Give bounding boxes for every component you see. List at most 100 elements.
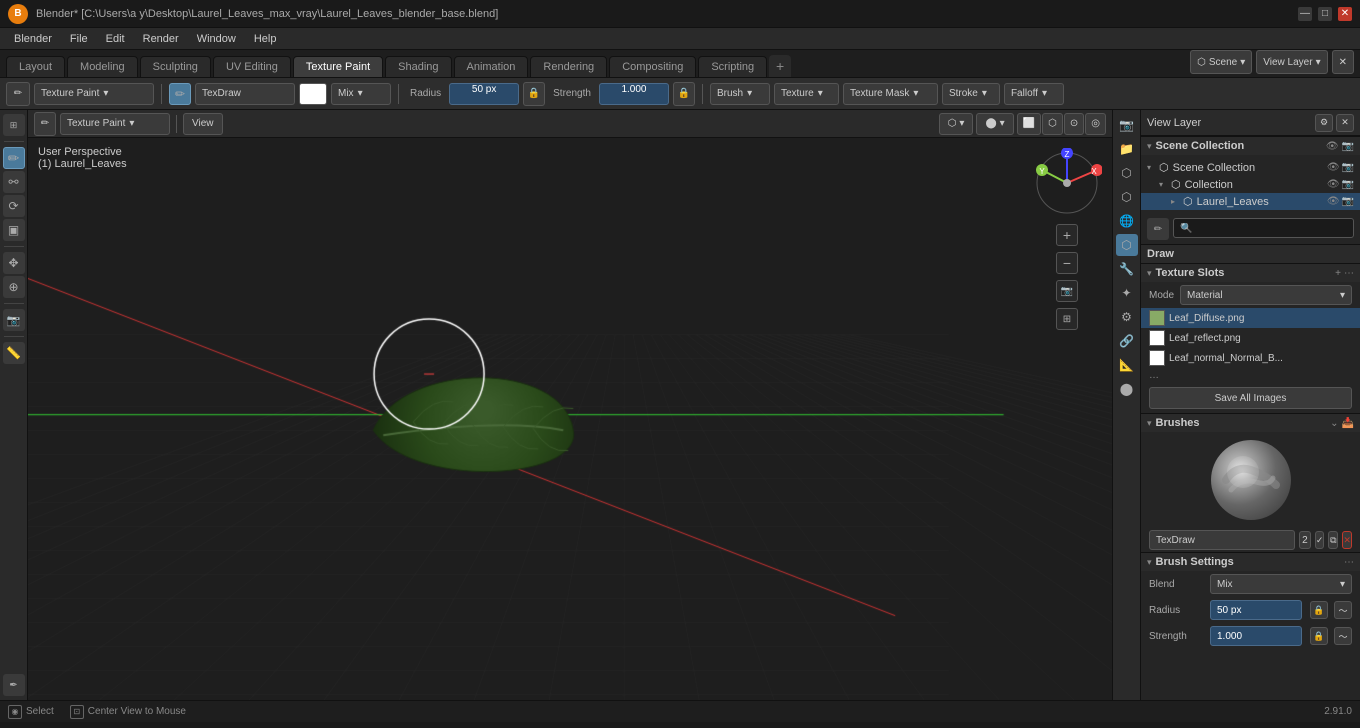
prop-icon-render[interactable]: 📷: [1116, 114, 1138, 136]
root-render-btn[interactable]: 📷: [1342, 162, 1354, 173]
strength-setting-input[interactable]: 1.000: [1210, 626, 1302, 646]
maximize-button[interactable]: □: [1318, 7, 1332, 21]
viewport-canvas[interactable]: [28, 138, 1112, 700]
radius-lock-btn[interactable]: 🔒: [523, 82, 545, 106]
strength-input[interactable]: 1.000: [599, 83, 669, 105]
brushes-expand[interactable]: ⌄: [1330, 418, 1338, 429]
brush-dropdown[interactable]: Brush ▾: [710, 83, 770, 105]
vp-paint-mode-dropdown[interactable]: Texture Paint ▾: [60, 113, 170, 135]
brush-copy-btn[interactable]: ⧉: [1328, 531, 1338, 549]
prop-icon-particles[interactable]: ✦: [1116, 282, 1138, 304]
strength-lock-btn[interactable]: 🔒: [673, 82, 695, 106]
tab-compositing[interactable]: Compositing: [609, 56, 696, 77]
tool-brush-btn[interactable]: ✏: [3, 147, 25, 169]
tool-annotate-btn[interactable]: ✒: [3, 674, 25, 696]
prop-icon-constraints[interactable]: 🔗: [1116, 330, 1138, 352]
prop-icon-material[interactable]: ⬤: [1116, 378, 1138, 400]
tool-mode-btn[interactable]: ⊞: [3, 114, 25, 136]
texture-mask-dropdown[interactable]: Texture Mask ▾: [843, 83, 938, 105]
tool-fill-btn[interactable]: ▣: [3, 219, 25, 241]
brushes-import[interactable]: 📥: [1342, 418, 1354, 429]
viewport[interactable]: User Perspective (1) Laurel_Leaves X Y: [28, 138, 1112, 700]
strength-settings-curve[interactable]: 〜: [1334, 627, 1352, 645]
scene-coll-item-collection[interactable]: ▾ ⬡ Collection 👁 📷: [1141, 176, 1360, 193]
brush-name-input[interactable]: TexDraw: [1149, 530, 1295, 550]
tex-slots-opts[interactable]: ⋯: [1344, 268, 1354, 279]
vp-cam-btn[interactable]: 📷: [1056, 280, 1078, 302]
vp-zoom-in-btn[interactable]: +: [1056, 224, 1078, 246]
vp-shading-wire[interactable]: ⬜: [1017, 113, 1041, 135]
brush-settings-header[interactable]: ▾ Brush Settings ⋯: [1141, 552, 1360, 571]
radius-setting-input[interactable]: 50 px: [1210, 600, 1302, 620]
blend-setting-dropdown[interactable]: Mix ▾: [1210, 574, 1352, 594]
panel-settings-btn[interactable]: ⚙: [1315, 114, 1333, 132]
prop-icon-modifier[interactable]: 🔧: [1116, 258, 1138, 280]
brush-name-display[interactable]: TexDraw: [195, 83, 295, 105]
tab-sculpting[interactable]: Sculpting: [140, 56, 211, 77]
tool-eraser-btn[interactable]: ⚯: [3, 171, 25, 193]
tab-layout[interactable]: Layout: [6, 56, 65, 77]
tex-slots-add[interactable]: +: [1335, 268, 1341, 279]
brush-tool-icon[interactable]: ✏: [169, 83, 191, 105]
close-button[interactable]: ✕: [1338, 7, 1352, 21]
coll-vis-btn[interactable]: 👁: [1327, 179, 1340, 190]
tab-scripting[interactable]: Scripting: [698, 56, 767, 77]
menu-file[interactable]: File: [62, 31, 96, 47]
menu-render[interactable]: Render: [135, 31, 187, 47]
vp-grid-btn[interactable]: ⊞: [1056, 308, 1078, 330]
vp-viewport-btn[interactable]: ⬤ ▾: [976, 113, 1013, 135]
radius-settings-lock[interactable]: 🔒: [1310, 601, 1328, 619]
tab-modeling[interactable]: Modeling: [67, 56, 138, 77]
texture-slots-header[interactable]: ▾ Texture Slots + ⋯: [1141, 263, 1360, 282]
paint-mode-dropdown[interactable]: Texture Paint ▾: [34, 83, 154, 105]
vp-display-btn[interactable]: ⬡ ▾: [939, 113, 974, 135]
radius-settings-curve[interactable]: 〜: [1334, 601, 1352, 619]
brush-check-btn[interactable]: ✓: [1315, 531, 1325, 549]
tool-clone-btn[interactable]: ⟳: [3, 195, 25, 217]
vp-zoom-out-btn[interactable]: −: [1056, 252, 1078, 274]
radius-input[interactable]: 50 px: [449, 83, 519, 105]
prop-icon-data[interactable]: 📐: [1116, 354, 1138, 376]
vp-view-btn[interactable]: View: [183, 113, 223, 135]
tex-row-normal[interactable]: Leaf_normal_Normal_B...: [1141, 348, 1360, 368]
menu-blender[interactable]: Blender: [6, 31, 60, 47]
minimize-button[interactable]: —: [1298, 7, 1312, 21]
draw-section-header[interactable]: Draw: [1141, 244, 1360, 263]
prop-icon-physics[interactable]: ⚙: [1116, 306, 1138, 328]
menu-help[interactable]: Help: [246, 31, 285, 47]
brushes-section-header[interactable]: ▾ Brushes ⌄ 📥: [1141, 413, 1360, 432]
tab-texture-paint[interactable]: Texture Paint: [293, 56, 383, 77]
root-vis-btn[interactable]: 👁: [1327, 162, 1340, 173]
prop-icon-scene[interactable]: ⬡: [1116, 186, 1138, 208]
stroke-dropdown[interactable]: Stroke ▾: [942, 83, 1000, 105]
view-layer-dropdown[interactable]: View Layer ▾: [1256, 50, 1327, 74]
tool-camera-btn[interactable]: 📷: [3, 309, 25, 331]
texture-dropdown[interactable]: Texture ▾: [774, 83, 839, 105]
add-workspace-button[interactable]: +: [769, 55, 791, 77]
panel-close-btn[interactable]: ✕: [1336, 114, 1354, 132]
prop-icon-output[interactable]: 📁: [1116, 138, 1138, 160]
vp-mode-icon[interactable]: ✏: [34, 112, 56, 136]
props-search-input[interactable]: [1173, 218, 1354, 238]
color-picker[interactable]: [299, 83, 327, 105]
tab-uv-editing[interactable]: UV Editing: [213, 56, 291, 77]
coll-render-btn[interactable]: 📷: [1342, 179, 1354, 190]
props-icon-btn[interactable]: ✏: [1147, 218, 1169, 240]
vp-shading-solid[interactable]: ⬡: [1042, 113, 1063, 135]
tool-measure-btn[interactable]: 📏: [3, 342, 25, 364]
save-all-images-btn[interactable]: Save All Images: [1149, 387, 1352, 409]
view-layer-close[interactable]: ✕: [1332, 50, 1354, 74]
tab-rendering[interactable]: Rendering: [530, 56, 607, 77]
brush-settings-opts[interactable]: ⋯: [1344, 557, 1354, 568]
falloff-dropdown[interactable]: Falloff ▾: [1004, 83, 1064, 105]
laurel-render-btn[interactable]: 📷: [1342, 196, 1354, 207]
vp-shading-material[interactable]: ⊙: [1064, 113, 1084, 135]
menu-window[interactable]: Window: [189, 31, 244, 47]
tool-grab-btn[interactable]: ✥: [3, 252, 25, 274]
tex-row-diffuse[interactable]: Leaf_Diffuse.png: [1141, 308, 1360, 328]
mode-icon-btn[interactable]: ✏: [6, 82, 30, 106]
brush-delete-btn[interactable]: ✕: [1342, 531, 1352, 549]
nav-gizmo[interactable]: X Y Z: [1032, 148, 1102, 218]
scene-coll-item-root[interactable]: ▾ ⬡ Scene Collection 👁 📷: [1141, 159, 1360, 176]
prop-icon-world[interactable]: 🌐: [1116, 210, 1138, 232]
